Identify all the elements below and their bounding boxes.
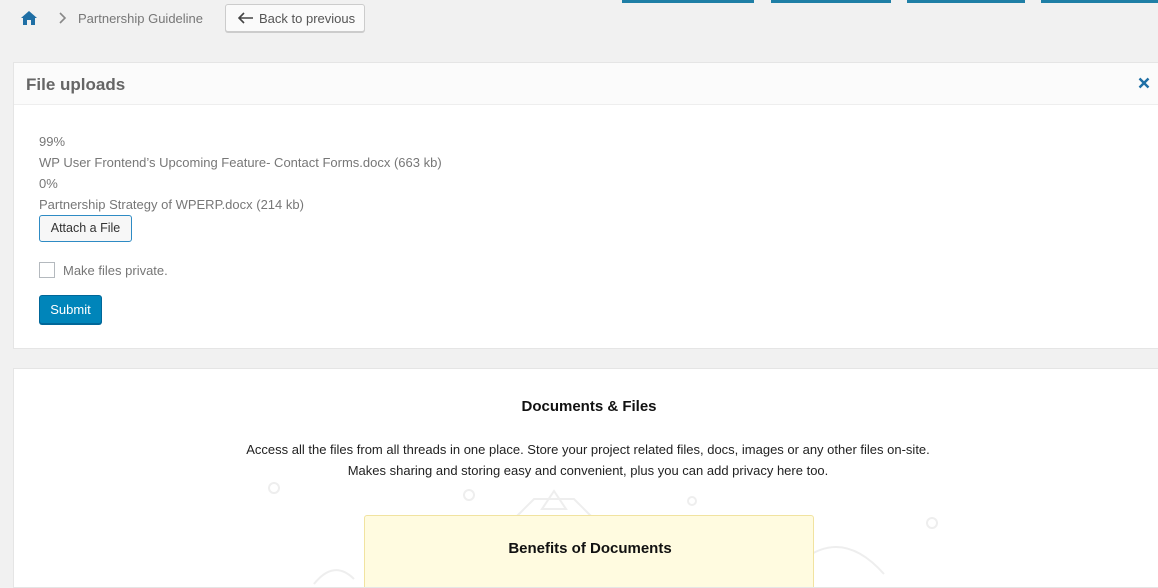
back-button-label: Back to previous [259,10,356,26]
file-name: WP User Frontend’s Upcoming Feature- Con… [39,155,442,170]
breadcrumb: Partnership Guideline Back to previous [0,4,1158,32]
panel-header: File uploads [14,63,1158,105]
breadcrumb-current: Partnership Guideline [78,11,204,26]
submit-button[interactable]: Submit [39,295,102,324]
documents-title: Documents & Files [521,398,657,415]
home-icon[interactable] [20,10,38,26]
make-private-label: Make files private. [63,263,168,278]
close-icon[interactable] [1138,77,1150,89]
back-to-previous-button[interactable]: Back to previous [225,4,365,32]
file-uploads-panel: File uploads 99% WP User Frontend’s Upco… [13,62,1158,349]
file-progress: 99% [39,134,66,149]
benefits-title: Benefits of Documents [508,540,672,557]
documents-description: Access all the files from all threads in… [246,442,930,478]
file-progress: 0% [39,176,58,191]
attach-file-button[interactable]: Attach a File [39,215,132,242]
benefits-box: Benefits of Documents [364,515,814,587]
documents-info-panel: Documents & Files Access all the files f… [13,368,1158,588]
make-private-checkbox[interactable] [39,262,55,278]
top-accent-strip [0,0,1158,3]
panel-title: File uploads [26,75,126,94]
arrow-left-icon [238,12,253,24]
chevron-right-icon [59,12,67,24]
file-name: Partnership Strategy of WPERP.docx (214 … [39,197,304,212]
